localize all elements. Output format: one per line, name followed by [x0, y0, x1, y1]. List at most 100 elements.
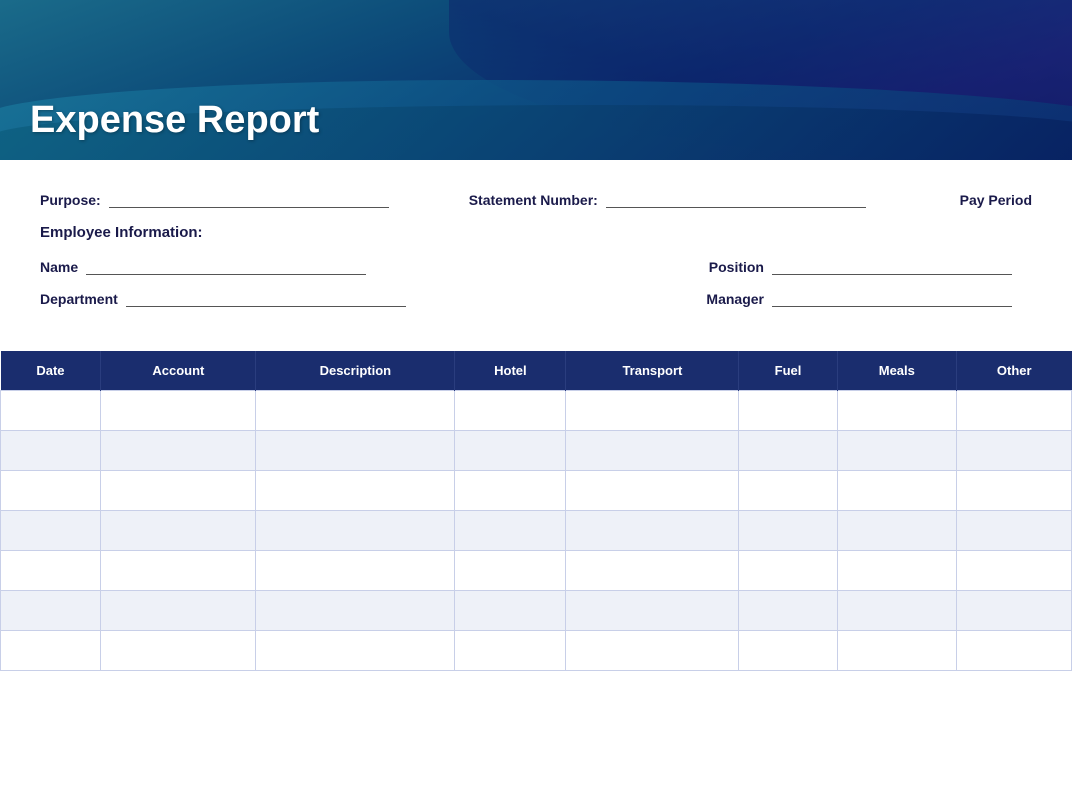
table-cell-r3-c3[interactable] [455, 511, 566, 551]
table-cell-r0-c6[interactable] [837, 391, 956, 431]
report-title: Expense Report [30, 99, 319, 142]
table-cell-r4-c0[interactable] [1, 551, 101, 591]
table-cell-r5-c4[interactable] [566, 591, 739, 631]
table-cell-r1-c4[interactable] [566, 431, 739, 471]
table-col-fuel: Fuel [739, 351, 837, 391]
table-row [1, 431, 1072, 471]
table-cell-r2-c3[interactable] [455, 471, 566, 511]
form-section: Purpose: Statement Number: Pay Period Em… [0, 160, 1072, 341]
table-cell-r5-c0[interactable] [1, 591, 101, 631]
pay-period-label: Pay Period [960, 192, 1032, 208]
table-cell-r0-c3[interactable] [455, 391, 566, 431]
table-row [1, 471, 1072, 511]
table-cell-r4-c5[interactable] [739, 551, 837, 591]
table-cell-r6-c0[interactable] [1, 631, 101, 671]
purpose-label: Purpose: [40, 192, 101, 208]
table-cell-r5-c6[interactable] [837, 591, 956, 631]
table-header: DateAccountDescriptionHotelTransportFuel… [1, 351, 1072, 391]
table-cell-r6-c1[interactable] [101, 631, 256, 671]
table-cell-r6-c3[interactable] [455, 631, 566, 671]
table-cell-r6-c7[interactable] [957, 631, 1072, 671]
department-field: Department [40, 289, 406, 307]
table-cell-r5-c5[interactable] [739, 591, 837, 631]
table-col-date: Date [1, 351, 101, 391]
table-cell-r5-c2[interactable] [256, 591, 455, 631]
table-cell-r1-c7[interactable] [957, 431, 1072, 471]
table-row [1, 631, 1072, 671]
table-cell-r6-c2[interactable] [256, 631, 455, 671]
position-field: Position [709, 257, 1032, 275]
table-cell-r3-c2[interactable] [256, 511, 455, 551]
table-cell-r0-c4[interactable] [566, 391, 739, 431]
manager-input[interactable] [772, 289, 1012, 307]
table-cell-r4-c4[interactable] [566, 551, 739, 591]
table-cell-r1-c3[interactable] [455, 431, 566, 471]
table-cell-r0-c2[interactable] [256, 391, 455, 431]
table-header-row: DateAccountDescriptionHotelTransportFuel… [1, 351, 1072, 391]
table-cell-r4-c3[interactable] [455, 551, 566, 591]
table-col-description: Description [256, 351, 455, 391]
form-row-top: Purpose: Statement Number: Pay Period [40, 190, 1032, 208]
expense-table: DateAccountDescriptionHotelTransportFuel… [0, 351, 1072, 671]
table-cell-r0-c7[interactable] [957, 391, 1072, 431]
manager-label: Manager [706, 291, 764, 307]
table-col-other: Other [957, 351, 1072, 391]
table-cell-r3-c1[interactable] [101, 511, 256, 551]
table-body [1, 391, 1072, 671]
table-cell-r1-c2[interactable] [256, 431, 455, 471]
table-cell-r2-c2[interactable] [256, 471, 455, 511]
employee-info-label: Employee Information: [40, 224, 1032, 241]
table-cell-r4-c7[interactable] [957, 551, 1072, 591]
form-row-dept-manager: Department Manager [40, 289, 1032, 307]
table-cell-r3-c5[interactable] [739, 511, 837, 551]
table-cell-r2-c7[interactable] [957, 471, 1072, 511]
purpose-input[interactable] [109, 190, 389, 208]
table-cell-r6-c6[interactable] [837, 631, 956, 671]
form-row-name-position: Name Position [40, 257, 1032, 275]
purpose-field: Purpose: [40, 190, 389, 208]
table-cell-r2-c6[interactable] [837, 471, 956, 511]
table-cell-r5-c3[interactable] [455, 591, 566, 631]
table-col-account: Account [101, 351, 256, 391]
table-cell-r5-c7[interactable] [957, 591, 1072, 631]
statement-number-input[interactable] [606, 190, 866, 208]
table-cell-r2-c5[interactable] [739, 471, 837, 511]
name-input[interactable] [86, 257, 366, 275]
table-cell-r0-c0[interactable] [1, 391, 101, 431]
statement-number-label: Statement Number: [469, 192, 598, 208]
table-col-transport: Transport [566, 351, 739, 391]
table-cell-r1-c5[interactable] [739, 431, 837, 471]
table-cell-r3-c0[interactable] [1, 511, 101, 551]
table-row [1, 511, 1072, 551]
table-cell-r0-c5[interactable] [739, 391, 837, 431]
name-field: Name [40, 257, 366, 275]
table-cell-r1-c0[interactable] [1, 431, 101, 471]
name-label: Name [40, 259, 78, 275]
table-cell-r2-c1[interactable] [101, 471, 256, 511]
table-cell-r1-c6[interactable] [837, 431, 956, 471]
table-cell-r4-c2[interactable] [256, 551, 455, 591]
table-row [1, 391, 1072, 431]
table-cell-r3-c6[interactable] [837, 511, 956, 551]
position-label: Position [709, 259, 764, 275]
statement-number-field: Statement Number: [469, 190, 866, 208]
department-label: Department [40, 291, 118, 307]
report-header: Expense Report [0, 0, 1072, 160]
table-cell-r3-c7[interactable] [957, 511, 1072, 551]
table-cell-r4-c6[interactable] [837, 551, 956, 591]
position-input[interactable] [772, 257, 1012, 275]
table-cell-r5-c1[interactable] [101, 591, 256, 631]
table-cell-r4-c1[interactable] [101, 551, 256, 591]
table-cell-r6-c4[interactable] [566, 631, 739, 671]
table-cell-r6-c5[interactable] [739, 631, 837, 671]
table-cell-r1-c1[interactable] [101, 431, 256, 471]
table-cell-r2-c0[interactable] [1, 471, 101, 511]
table-col-meals: Meals [837, 351, 956, 391]
department-input[interactable] [126, 289, 406, 307]
pay-period-field: Pay Period [960, 192, 1032, 208]
table-cell-r3-c4[interactable] [566, 511, 739, 551]
table-row [1, 551, 1072, 591]
table-cell-r2-c4[interactable] [566, 471, 739, 511]
table-cell-r0-c1[interactable] [101, 391, 256, 431]
table-row [1, 591, 1072, 631]
